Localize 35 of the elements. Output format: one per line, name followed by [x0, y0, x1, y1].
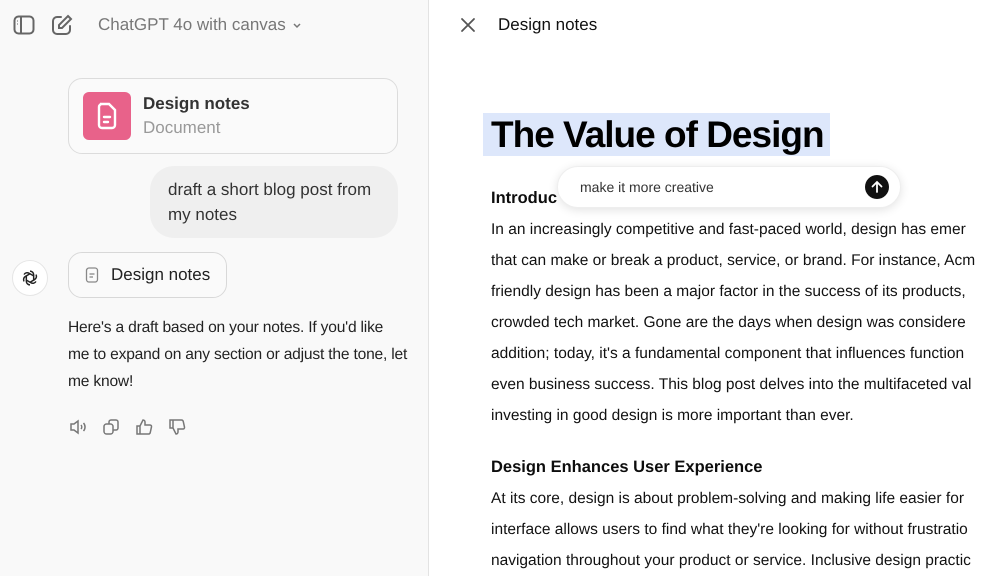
- document-card[interactable]: Design notes Document: [68, 78, 398, 154]
- paragraph-line: that can make or break a product, service, or brand. For instance, Acm: [491, 251, 976, 271]
- paragraph-line: interface allows users to find what they're looking for without frustratio: [491, 520, 968, 540]
- document-icon: [83, 92, 131, 140]
- user-message: draft a short blog post from my notes: [150, 166, 398, 238]
- thumbs-up-icon[interactable]: [134, 417, 154, 437]
- paragraph-line: navigation throughout your product or service. Inclusive design practic: [491, 551, 971, 571]
- close-icon[interactable]: [459, 16, 477, 34]
- arrow-up-icon: [870, 180, 884, 194]
- document-chip[interactable]: Design notes: [68, 252, 228, 298]
- canvas-title: Design notes: [498, 15, 598, 35]
- document-heading: The Value of Design: [483, 113, 830, 156]
- paragraph-line: At its core, design is about problem-solving and making life easier for: [491, 489, 964, 509]
- copy-icon[interactable]: [101, 417, 121, 437]
- thumbs-down-icon[interactable]: [167, 417, 187, 437]
- send-button[interactable]: [865, 175, 889, 199]
- paragraph-line: even business success. This blog post delves into the multifaceted val: [491, 375, 972, 395]
- section-heading: Introduc: [491, 188, 557, 209]
- document-type-label: Document: [143, 118, 222, 138]
- model-selector[interactable]: ChatGPT 4o with canvas: [88, 15, 302, 35]
- assistant-avatar-icon: [12, 260, 48, 296]
- edit-prompt-field[interactable]: make it more creative: [557, 166, 901, 208]
- paragraph-line: friendly design has been a major factor in the success of its products,: [491, 282, 966, 302]
- paragraph-line: In an increasingly competitive and fast-paced world, design has emer: [491, 220, 966, 240]
- sidebar-toggle-icon[interactable]: [12, 13, 36, 37]
- assistant-message: Here's a draft based on your notes. If you'd like me to expand on any section or adjust the tone, let me know!: [68, 318, 408, 392]
- paragraph-line: addition; today, it's a fundamental component that influences function: [491, 344, 964, 364]
- paragraph-line: investing in good design is more important than ever.: [491, 406, 854, 426]
- document-icon: [85, 267, 99, 283]
- new-chat-icon[interactable]: [50, 13, 74, 37]
- speaker-icon[interactable]: [68, 417, 88, 437]
- prompt-text: make it more creative: [580, 179, 714, 195]
- section-heading: Design Enhances User Experience: [491, 457, 762, 478]
- paragraph-line: crowded tech market. Gone are the days when design was considere: [491, 313, 966, 333]
- document-title: Design notes: [143, 94, 250, 114]
